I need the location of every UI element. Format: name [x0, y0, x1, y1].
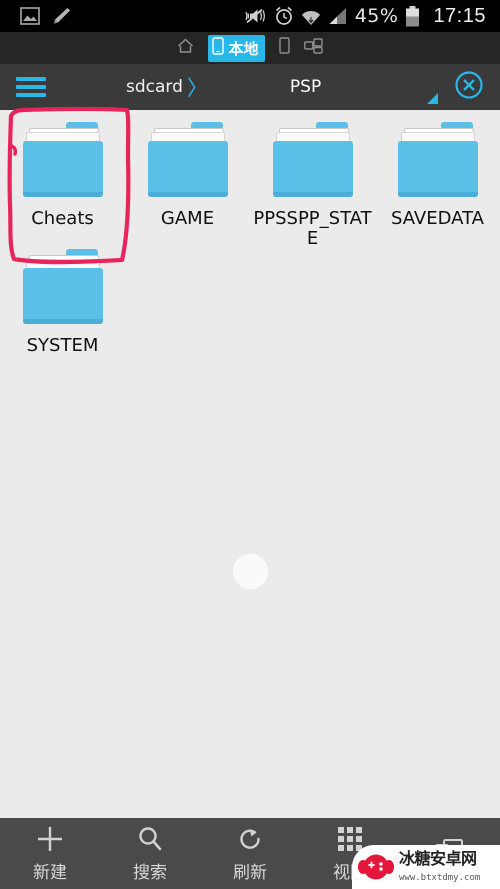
folder-label: SYSTEM — [26, 335, 99, 357]
folder-savedata[interactable]: SAVEDATA — [375, 122, 500, 249]
hamburger-menu-icon[interactable] — [16, 77, 46, 97]
phone-icon — [212, 36, 225, 60]
pencil-icon — [50, 6, 72, 26]
vibrate-mute-icon — [243, 6, 267, 26]
folder-grid: Cheats GAME PPSSPP_STATE SAVEDATA SYSTEM — [0, 110, 500, 356]
folder-cheats[interactable]: Cheats — [0, 122, 125, 249]
bottom-refresh[interactable]: 刷新 — [200, 824, 300, 883]
tab-local[interactable]: 本地 — [208, 34, 265, 62]
folder-icon — [395, 122, 481, 200]
folder-game[interactable]: GAME — [125, 122, 250, 249]
watermark-site-name: 冰糖安卓网 — [399, 848, 477, 868]
home-icon — [177, 37, 194, 59]
close-circle-icon[interactable] — [454, 70, 484, 105]
folder-label: PPSSPP_STATE — [253, 208, 372, 250]
breadcrumb: sdcard 〉 PSP — [56, 72, 427, 102]
status-bar-right-icons: 45% 17:15 — [243, 5, 486, 28]
folder-system[interactable]: SYSTEM — [0, 249, 125, 356]
bottom-search[interactable]: 搜索 — [100, 824, 200, 883]
wifi-icon — [301, 6, 321, 26]
network-share-icon — [303, 37, 323, 59]
gallery-icon — [20, 7, 40, 25]
gamepad-logo — [358, 854, 394, 880]
loading-spinner — [233, 554, 268, 589]
signal-bars-icon — [328, 7, 348, 25]
tab-local-label: 本地 — [228, 39, 259, 58]
folder-label: SAVEDATA — [391, 208, 484, 229]
folder-icon — [20, 122, 106, 200]
breadcrumb-separator: 〉 — [186, 77, 208, 100]
phone-icon — [278, 37, 290, 59]
folder-icon — [145, 122, 231, 200]
breadcrumb-item-psp[interactable]: PSP — [290, 77, 321, 97]
resize-handle-icon — [427, 93, 438, 104]
bottom-search-label: 搜索 — [133, 863, 167, 883]
battery-percent: 45% — [354, 5, 399, 27]
tab-home[interactable] — [177, 37, 194, 59]
watermark-url: www.btxtdmy.com — [399, 872, 481, 883]
refresh-icon — [236, 824, 264, 854]
path-toolbar: sdcard 〉 PSP — [0, 64, 500, 110]
bottom-new[interactable]: 新建 — [0, 824, 100, 883]
tab-network[interactable] — [303, 37, 323, 59]
site-watermark: 冰糖安卓网 www.btxtdmy.com — [352, 845, 500, 889]
folder-icon — [20, 249, 106, 327]
battery-icon — [405, 5, 420, 27]
folder-icon — [270, 122, 356, 200]
status-bar-left-icons — [20, 6, 72, 26]
folder-ppsspp-state[interactable]: PPSSPP_STATE — [250, 122, 375, 249]
plus-icon — [35, 824, 65, 854]
tab-device[interactable] — [278, 37, 290, 59]
bottom-new-label: 新建 — [33, 863, 67, 883]
watermark-text: 冰糖安卓网 www.btxtdmy.com — [399, 848, 481, 884]
breadcrumb-item-sdcard[interactable]: sdcard — [126, 77, 183, 97]
tab-bar: 本地 — [0, 32, 500, 64]
status-bar: 45% 17:15 — [0, 0, 500, 32]
search-icon — [136, 824, 164, 854]
phone-screen: 45% 17:15 本地 sdcard 〉 PSP Cheats GAME PP… — [0, 0, 500, 889]
file-grid-area: Cheats GAME PPSSPP_STATE SAVEDATA SYSTEM — [0, 110, 500, 818]
status-bar-clock: 17:15 — [433, 4, 486, 27]
bottom-refresh-label: 刷新 — [233, 863, 267, 883]
folder-label: Cheats — [31, 208, 94, 229]
alarm-clock-icon — [274, 6, 294, 26]
folder-label: GAME — [160, 208, 215, 229]
